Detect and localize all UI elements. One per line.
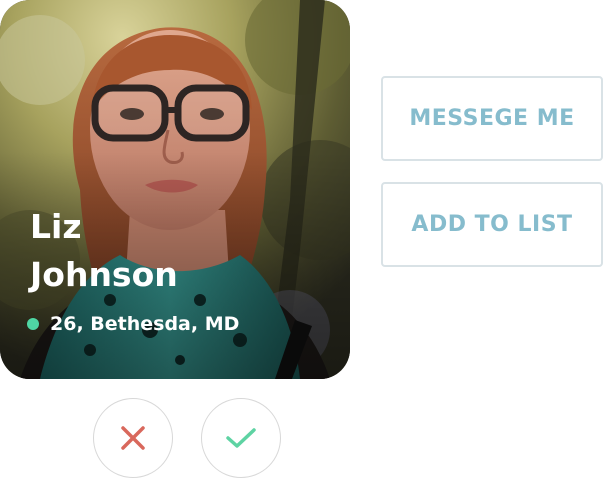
profile-age-location: 26, Bethesda, MD <box>50 313 240 335</box>
profile-details: 26, Bethesda, MD <box>27 313 239 335</box>
profile-card[interactable]: Liz Johnson 26, Bethesda, MD <box>0 0 350 379</box>
add-to-list-button[interactable]: ADD TO LIST <box>381 182 603 267</box>
profile-first-name: Liz <box>30 207 82 246</box>
add-to-list-label: ADD TO LIST <box>411 212 573 237</box>
close-icon <box>121 426 145 450</box>
reject-button[interactable] <box>93 398 173 478</box>
accept-button[interactable] <box>201 398 281 478</box>
message-me-button[interactable]: MESSEGE ME <box>381 76 603 161</box>
online-status-dot <box>27 318 39 330</box>
profile-screen: Liz Johnson 26, Bethesda, MD MESSEGE ME … <box>0 0 605 479</box>
check-icon <box>226 428 256 448</box>
profile-last-name: Johnson <box>30 255 178 294</box>
profile-name: Liz Johnson <box>30 203 290 299</box>
message-me-label: MESSEGE ME <box>409 106 575 131</box>
